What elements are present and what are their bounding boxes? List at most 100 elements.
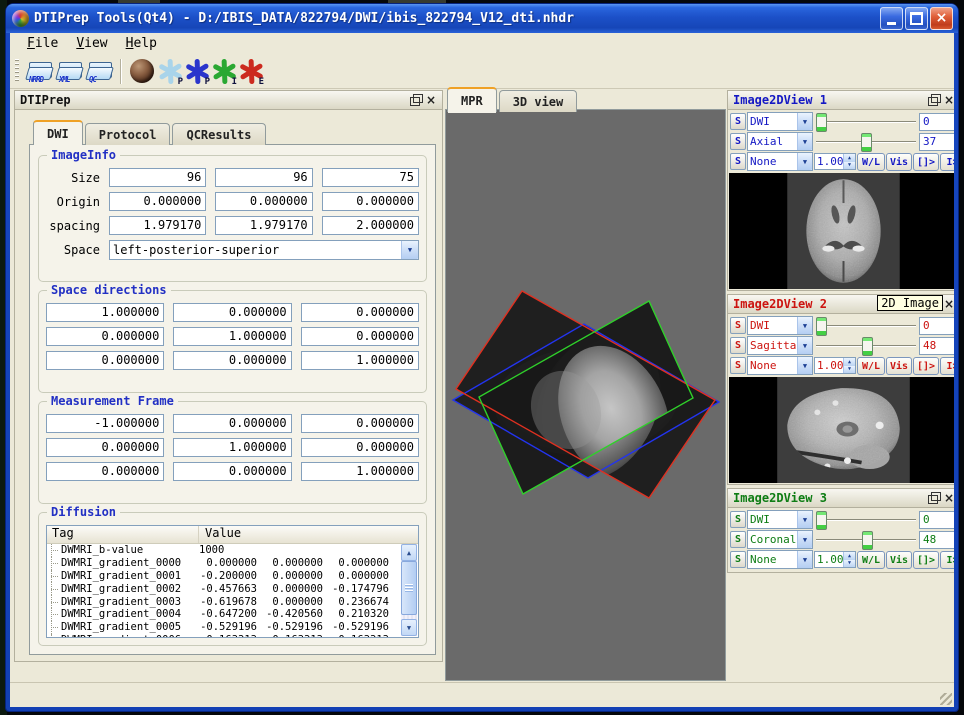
close-icon[interactable]: × [941, 93, 954, 107]
view-panel-header[interactable]: Image2DView 2 2D Image × [728, 295, 954, 314]
value-field[interactable]: 0.000000 [322, 192, 419, 211]
viewer-tab[interactable]: MPR [447, 87, 497, 112]
matrix-cell[interactable]: 0.000000 [301, 327, 419, 346]
scroll-down-icon[interactable]: ▼ [401, 619, 417, 636]
matrix-cell[interactable]: 0.000000 [46, 351, 164, 370]
orientation-combo[interactable]: Sagittal ▼ [747, 336, 813, 355]
mpr-3d-viewport[interactable] [445, 109, 726, 681]
value-field[interactable]: 1.979170 [109, 216, 206, 235]
overlay-combo[interactable]: None ▼ [747, 152, 813, 171]
visibility-button[interactable]: Vis [886, 551, 912, 569]
menu-item[interactable]: View [67, 34, 116, 53]
sync-button[interactable]: S [730, 133, 746, 150]
sphere-button[interactable] [127, 57, 157, 85]
chevron-down-icon[interactable]: ▼ [797, 357, 812, 374]
matrix-cell[interactable]: 1.000000 [173, 438, 291, 457]
value-field[interactable]: 2.000000 [322, 216, 419, 235]
chevron-down-icon[interactable]: ▼ [797, 511, 812, 528]
range-button[interactable]: []> [913, 551, 939, 569]
spinner-arrows-icon[interactable]: ▲▼ [843, 154, 855, 169]
chevron-down-icon[interactable]: ▼ [797, 337, 812, 354]
matrix-cell[interactable]: -1.000000 [46, 414, 164, 433]
overlay-combo[interactable]: None ▼ [747, 550, 813, 569]
value-field[interactable]: 0.000000 [215, 192, 312, 211]
open-xml-button[interactable]: XML [55, 57, 85, 85]
slice-image[interactable] [729, 173, 954, 289]
table-row[interactable]: DWMRI_gradient_0003 -0.619678 0.000000 0… [47, 595, 401, 608]
slider-handle[interactable] [862, 531, 873, 550]
diffusion-table[interactable]: Tag Value DWMRI_b-value 1000 [46, 525, 419, 638]
overlay-combo[interactable]: None ▼ [747, 356, 813, 375]
default-protocol-star-button[interactable]: P [184, 58, 211, 85]
slice-index-field[interactable]: 37 [919, 133, 954, 151]
window-level-button[interactable]: W/L [857, 153, 885, 171]
matrix-cell[interactable]: 1.000000 [46, 303, 164, 322]
zoom-spinner[interactable]: 1.00 ▲▼ [814, 357, 856, 374]
volume-slider[interactable] [814, 317, 918, 334]
table-row[interactable]: DWMRI_gradient_0001 -0.200000 0.000000 0… [47, 570, 401, 583]
value-field[interactable]: 0.000000 [109, 192, 206, 211]
matrix-cell[interactable]: 0.000000 [173, 462, 291, 481]
toolbar-grip[interactable] [15, 59, 19, 83]
matrix-cell[interactable]: 0.000000 [46, 327, 164, 346]
volume-index-field[interactable]: 0 [919, 317, 954, 335]
float-icon[interactable] [925, 93, 941, 107]
volume-combo[interactable]: DWI ▼ [747, 112, 813, 131]
chevron-down-icon[interactable]: ▼ [797, 133, 812, 150]
chevron-down-icon[interactable]: ▼ [797, 317, 812, 334]
matrix-cell[interactable]: 0.000000 [46, 462, 164, 481]
space-combo[interactable]: left-posterior-superior ▼ [109, 240, 419, 260]
close-icon[interactable]: × [423, 93, 439, 107]
view-panel-header[interactable]: Image2DView 1 × [728, 91, 954, 110]
matrix-cell[interactable]: 1.000000 [301, 462, 419, 481]
window-level-button[interactable]: W/L [857, 551, 885, 569]
maximize-button[interactable] [905, 7, 928, 30]
matrix-cell[interactable]: 0.000000 [173, 414, 291, 433]
visibility-button[interactable]: Vis [886, 153, 912, 171]
volume-combo[interactable]: DWI ▼ [747, 316, 813, 335]
protocol-star-button[interactable]: P [157, 58, 184, 85]
sync-button[interactable]: S [730, 551, 746, 568]
slice-index-field[interactable]: 48 [919, 337, 954, 355]
matrix-cell[interactable]: 1.000000 [173, 327, 291, 346]
sync-button[interactable]: S [730, 317, 746, 334]
intensity-button[interactable]: I> [940, 357, 954, 375]
scroll-up-icon[interactable]: ▲ [401, 544, 417, 561]
chevron-down-icon[interactable]: ▼ [797, 113, 812, 130]
chevron-down-icon[interactable]: ▼ [797, 551, 812, 568]
chevron-down-icon[interactable]: ▼ [797, 531, 812, 548]
visibility-button[interactable]: Vis [886, 357, 912, 375]
column-header-value[interactable]: Value [199, 526, 418, 543]
table-row[interactable]: DWMRI_gradient_0005 -0.529196 -0.529196 … [47, 621, 401, 634]
volume-index-field[interactable]: 0 [919, 511, 954, 529]
float-icon[interactable] [407, 93, 423, 107]
matrix-cell[interactable]: 0.000000 [301, 303, 419, 322]
value-field[interactable]: 96 [109, 168, 206, 187]
minimize-button[interactable] [880, 7, 903, 30]
table-row[interactable]: DWMRI_gradient_0000 0.000000 0.000000 0.… [47, 557, 401, 570]
slice-index-field[interactable]: 48 [919, 531, 954, 549]
window-level-button[interactable]: W/L [857, 357, 885, 375]
zoom-spinner[interactable]: 1.00 ▲▼ [814, 551, 856, 568]
view-panel-header[interactable]: Image2DView 3 × [728, 489, 954, 508]
chevron-down-icon[interactable]: ▼ [401, 241, 418, 259]
sync-button[interactable]: S [730, 337, 746, 354]
orientation-combo[interactable]: Axial ▼ [747, 132, 813, 151]
matrix-cell[interactable]: 0.000000 [173, 303, 291, 322]
dtiprep-panel-header[interactable]: DTIPrep × [15, 91, 442, 110]
matrix-cell[interactable]: 0.000000 [301, 414, 419, 433]
volume-index-field[interactable]: 0 [919, 113, 954, 131]
sync-button[interactable]: S [730, 113, 746, 130]
zoom-spinner[interactable]: 1.00 ▲▼ [814, 153, 856, 170]
matrix-cell[interactable]: 0.000000 [301, 438, 419, 457]
stop-star-button[interactable]: E [238, 58, 265, 85]
slider-handle[interactable] [861, 133, 872, 152]
close-icon[interactable]: × [941, 491, 954, 505]
close-button[interactable]: × [930, 7, 953, 30]
matrix-cell[interactable]: 0.000000 [46, 438, 164, 457]
value-field[interactable]: 1.979170 [215, 216, 312, 235]
slider-handle[interactable] [816, 113, 827, 132]
volume-slider[interactable] [814, 113, 918, 130]
slider-handle[interactable] [816, 511, 827, 530]
sync-button[interactable]: S [730, 357, 746, 374]
